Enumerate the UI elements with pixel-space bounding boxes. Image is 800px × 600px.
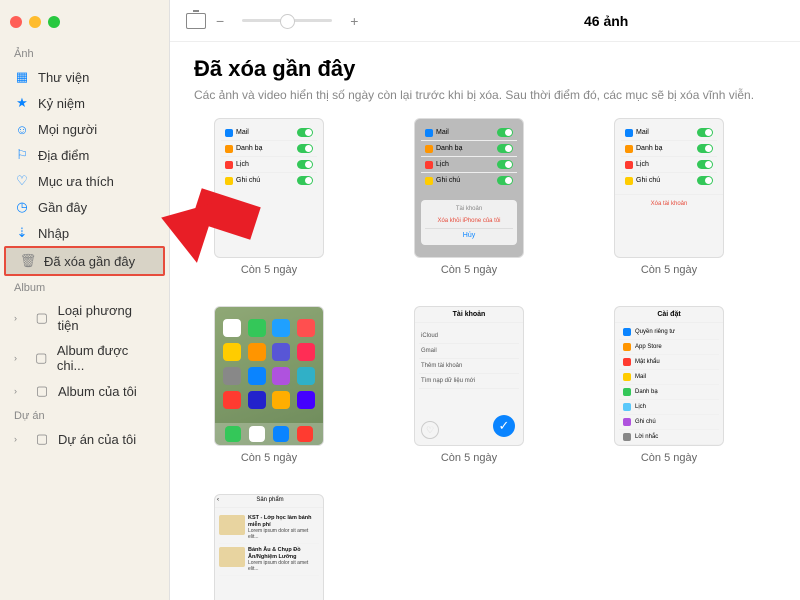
zoom-slider[interactable] <box>242 19 332 22</box>
pin-icon: ⚐ <box>14 147 30 163</box>
thumbnail[interactable]: MailDanh bạLịchGhi chúXóa tài khoản Còn 5… <box>594 118 744 276</box>
sidebar-item-d-n-c-a-t-i[interactable]: › ▢ Dự án của tôi <box>0 426 169 452</box>
thumbnail-image: ‹Sản phẩmKST - Lớp học làm bánh miễn phí… <box>214 494 324 600</box>
folder-icon: ▢ <box>34 431 50 447</box>
thumbnail-caption: Còn 5 ngày <box>594 264 744 276</box>
sidebar-item-label: Album của tôi <box>58 384 137 399</box>
thumbnail[interactable]: Còn 5 ngày <box>194 306 344 464</box>
toolbar: − + 46 ảnh <box>170 0 800 42</box>
sidebar-item-album-c-a-t-i[interactable]: › ▢ Album của tôi <box>0 378 169 404</box>
import-icon: ⇣ <box>14 225 30 241</box>
page-title: Đã xóa gần đây <box>194 56 776 82</box>
sidebar-item-label: Địa điểm <box>38 148 89 163</box>
thumbnail-image: Cài đặtQuyền riêng tưApp StoreMật khẩuMa… <box>614 306 724 446</box>
thumbnail[interactable]: MailDanh bạLịchGhi chú Còn 5 ngày <box>194 118 344 276</box>
chevron-icon: › <box>14 386 24 396</box>
section-label: Album <box>0 276 169 298</box>
sidebar-item--x-a-g-n-y[interactable]: 🗑 Đã xóa gần đây <box>4 246 165 276</box>
chevron-icon: › <box>14 434 24 444</box>
heart-icon: ♡ <box>14 173 30 189</box>
thumbnail-image: MailDanh bạLịchGhi chú <box>214 118 324 258</box>
thumbnail[interactable]: Tài khoảniCloudGmailThêm tài khoảnTìm nạ… <box>394 306 544 464</box>
clock-icon: ◷ <box>14 199 30 215</box>
sidebar-item-label: Gần đây <box>38 200 87 215</box>
thumbnail[interactable]: Cài đặtQuyền riêng tưApp StoreMật khẩuMa… <box>594 306 744 464</box>
sidebar-item-m-i-ng-i[interactable]: ☺ Mọi người <box>0 116 169 142</box>
minimize-icon[interactable] <box>29 16 41 28</box>
thumbnail-caption: Còn 5 ngày <box>194 452 344 464</box>
sidebar-item-k-ni-m[interactable]: ★ Kỷ niệm <box>0 90 169 116</box>
sidebar-item-label: Kỷ niệm <box>38 96 85 111</box>
trash-icon: 🗑 <box>20 253 36 269</box>
photo-count: 46 ảnh <box>584 13 628 29</box>
sidebar-item-label: Album được chi... <box>57 343 155 373</box>
thumbnail-image: MailDanh bạLịchGhi chúTài khoảnXóa khỏi … <box>414 118 524 258</box>
thumbnail[interactable]: MailDanh bạLịchGhi chúTài khoảnXóa khỏi … <box>394 118 544 276</box>
section-label: Ảnh <box>0 42 169 64</box>
sidebar-item-label: Thư viện <box>38 70 89 85</box>
thumbnail-image <box>214 306 324 446</box>
folder-icon: ▢ <box>34 383 50 399</box>
sidebar-item-label: Nhập <box>38 226 69 241</box>
chevron-icon: › <box>14 353 24 363</box>
sidebar-item-label: Mọi người <box>38 122 97 137</box>
thumbnail-image: MailDanh bạLịchGhi chúXóa tài khoản <box>614 118 724 258</box>
chevron-icon: › <box>14 313 24 323</box>
page-description: Các ảnh và video hiển thị số ngày còn lạ… <box>194 88 776 102</box>
sidebar-item-label: Đã xóa gần đây <box>44 254 135 269</box>
sidebar-item--a-i-m[interactable]: ⚐ Địa điểm <box>0 142 169 168</box>
thumbnail-caption: Còn 5 ngày <box>194 264 344 276</box>
sidebar-item-album-c-chi-[interactable]: › ▢ Album được chi... <box>0 338 169 378</box>
sidebar-item-lo-i-ph-ng-ti-n[interactable]: › ▢ Loại phương tiện <box>0 298 169 338</box>
thumbnail-caption: Còn 5 ngày <box>394 452 544 464</box>
check-icon: ✓ <box>493 415 515 437</box>
photo-icon: ▦ <box>14 69 30 85</box>
zoom-in-icon[interactable]: + <box>350 13 358 29</box>
sidebar-item-m-c-a-th-ch[interactable]: ♡ Mục ưa thích <box>0 168 169 194</box>
sidebar: Ảnh ▦ Thư viện ★ Kỷ niệm ☺ Mọi người ⚐ Địa điểm ♡… <box>0 0 170 600</box>
thumbnail-caption: Còn 5 ngày <box>394 264 544 276</box>
sidebar-item-nh-p[interactable]: ⇣ Nhập <box>0 220 169 246</box>
thumbnail-image: Tài khoảniCloudGmailThêm tài khoảnTìm nạ… <box>414 306 524 446</box>
sidebar-item-label: Mục ưa thích <box>38 174 114 189</box>
thumbnail-grid: MailDanh bạLịchGhi chúCòn 5 ngàyMailDanh… <box>194 118 776 600</box>
window-controls <box>0 8 169 42</box>
close-icon[interactable] <box>10 16 22 28</box>
main-panel: − + 46 ảnh Đã xóa gần đây Các ảnh và vid… <box>170 0 800 600</box>
thumbnail[interactable]: ‹Sản phẩmKST - Lớp học làm bánh miễn phí… <box>194 494 344 600</box>
thumbnail-caption: Còn 5 ngày <box>594 452 744 464</box>
sidebar-item-label: Loại phương tiện <box>58 303 155 333</box>
sidebar-item-g-n-y[interactable]: ◷ Gần đây <box>0 194 169 220</box>
aspect-icon[interactable] <box>186 13 206 29</box>
folder-icon: ▢ <box>34 310 50 326</box>
maximize-icon[interactable] <box>48 16 60 28</box>
sidebar-item-label: Dự án của tôi <box>58 432 136 447</box>
zoom-out-icon[interactable]: − <box>216 13 224 29</box>
sidebar-item-th-vi-n[interactable]: ▦ Thư viện <box>0 64 169 90</box>
folder-icon: ▢ <box>34 350 49 366</box>
section-label: Dự án <box>0 404 169 426</box>
content: Đã xóa gần đây Các ảnh và video hiển thị… <box>170 42 800 600</box>
people-icon: ☺ <box>14 121 30 137</box>
star-icon: ★ <box>14 95 30 111</box>
